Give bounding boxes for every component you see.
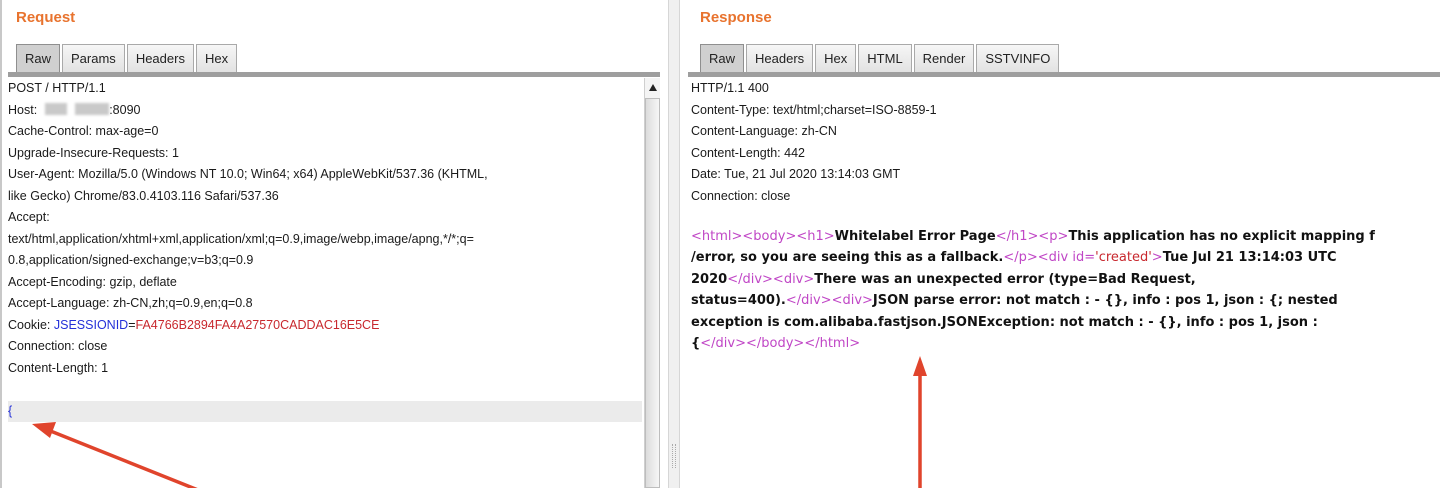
content-length-header: Content-Length: 442 [691,145,805,160]
html-line-2: /error, so you are seeing this as a fall… [691,250,1442,272]
response-editor[interactable]: HTTP/1.1 400 Content-Type: text/html;cha… [691,78,1442,488]
accept-label: Accept: [8,210,50,224]
div-open-tag: <div [1037,250,1073,265]
div-close-tag: </div> [727,271,773,287]
red-arrow-request-icon [32,422,198,488]
attr-name: id= [1072,250,1096,265]
html-line-5: exception is com.alibaba.fastjson.JSONEx… [691,315,1442,337]
div-tag-2: <div> [831,293,873,308]
created-text-2: 2020 [691,271,728,287]
div-tag: <div> [772,271,815,287]
user-agent-continued: like Gecko) Chrome/83.0.4103.116 Safari/… [8,188,279,203]
response-tab-raw[interactable]: Raw [700,44,745,72]
h1-close-tag: </h1> [995,228,1039,244]
h1-tag: <h1> [796,228,835,244]
response-title: Response [700,9,772,26]
content-length-header: Content-Length: 1 [8,360,109,375]
attr-value: 'created' [1095,250,1152,265]
html-line-4: status=400).</div><div>JSON parse error:… [691,293,1442,315]
response-tab-html[interactable]: HTML [858,44,912,72]
html-close-tag: </html> [804,336,861,351]
request-tab-underline [8,72,660,77]
body-tag: <body> [742,228,797,244]
accept-language-header: Accept-Language: zh-CN,zh;q=0.9,en;q=0.8 [8,296,253,310]
p-text-1: This application has no explicit mapping… [1068,228,1375,244]
body-close-tag: </body> [746,336,805,351]
json-error-text-1: JSON parse error: not match : - {}, info… [872,293,1338,308]
response-tab-headers[interactable]: Headers [746,44,814,72]
request-title: Request [16,9,76,26]
response-tab-render[interactable]: Render [913,44,975,72]
red-arrow-response-icon [913,356,927,488]
html-line-6: {</div></body></html> [691,336,1442,358]
tag-gt: > [1151,250,1163,265]
content-language-header: Content-Language: zh-CN [691,124,837,138]
cookie-value: FA4766B2894FA4A27570CADDAC16E5CE [135,317,380,332]
accept-value-continued: 0.8,application/signed-exchange;v=b3;q=0… [8,253,254,267]
cookie-label: Cookie: [8,317,51,332]
request-scrollbar[interactable] [644,78,660,488]
content-type-header: Content-Type: text/html;charset=ISO-8859… [691,102,937,117]
p-tag: <p> [1038,228,1069,244]
host-port: :8090 [109,102,141,117]
request-tab-raw[interactable]: Raw [16,44,61,72]
pane-splitter[interactable] [668,0,680,488]
accept-encoding-header: Accept-Encoding: gzip, deflate [8,274,177,289]
host-header: Host: :8090 [8,100,642,122]
redacted-host-part-2 [75,102,110,115]
scroll-up-arrow-icon[interactable] [649,84,657,91]
error-text-1: There was an unexpected error (type=Bad … [814,271,1196,287]
h1-text: Whitelabel Error Page [834,228,996,244]
request-tab-params[interactable]: Params [62,44,125,72]
request-tab-headers[interactable]: Headers [126,44,194,72]
splitter-grip[interactable] [672,444,676,468]
error-text-2: status=400). [691,293,786,308]
created-text-1: Tue Jul 21 13:14:03 UTC [1162,250,1337,265]
cache-control-header: Cache-Control: max-age=0 [8,124,159,138]
response-tab-sstvinfo[interactable]: SSTVINFO [976,44,1060,72]
scrollbar-thumb[interactable] [645,98,660,488]
connection-header: Connection: close [8,339,108,353]
date-header: Date: Tue, 21 Jul 2020 13:14:03 GMT [691,167,901,181]
accept-value: text/html,application/xhtml+xml,applicat… [8,231,474,246]
cookie-header: Cookie: JSESSIONID=FA4766B2894FA4A27570C… [8,315,642,337]
user-agent-header: User-Agent: Mozilla/5.0 (Windows NT 10.0… [8,167,488,181]
response-tabs: Raw Headers Hex HTML Render SSTVINFO [700,44,1061,72]
cookie-name: JSESSIONID [53,317,129,332]
p-close-tag: </p> [1003,250,1038,265]
div-close-tag-2: </div> [785,293,832,308]
upgrade-header: Upgrade-Insecure-Requests: 1 [8,145,179,160]
json-error-text-2: exception is com.alibaba.fastjson.JSONEx… [691,314,1318,330]
json-error-text-3: { [691,336,701,351]
request-tab-hex[interactable]: Hex [195,44,238,72]
response-tab-hex[interactable]: Hex [815,44,857,72]
cookie-equals: = [128,317,136,332]
request-pane: Request Raw Params Headers Hex POST / HT… [0,0,668,488]
div-close-tag-3: </div> [700,336,746,351]
connection-header: Connection: close [691,188,791,203]
host-label: Host: [8,102,38,117]
request-tabs: Raw Params Headers Hex [16,44,239,72]
html-line-1: <html><body><h1>Whitelabel Error Page</h… [691,229,1442,251]
html-line-3: 2020</div><div>There was an unexpected e… [691,272,1442,294]
response-pane: Response Raw Headers Hex HTML Render SST… [680,0,1442,488]
request-line: POST / HTTP/1.1 [8,81,106,95]
p-text-2: /error, so you are seeing this as a fall… [691,250,1004,265]
html-tag: <html> [691,228,743,244]
redacted-host-part-1 [45,102,68,115]
status-line: HTTP/1.1 400 [691,81,769,95]
response-tab-underline [688,72,1440,77]
